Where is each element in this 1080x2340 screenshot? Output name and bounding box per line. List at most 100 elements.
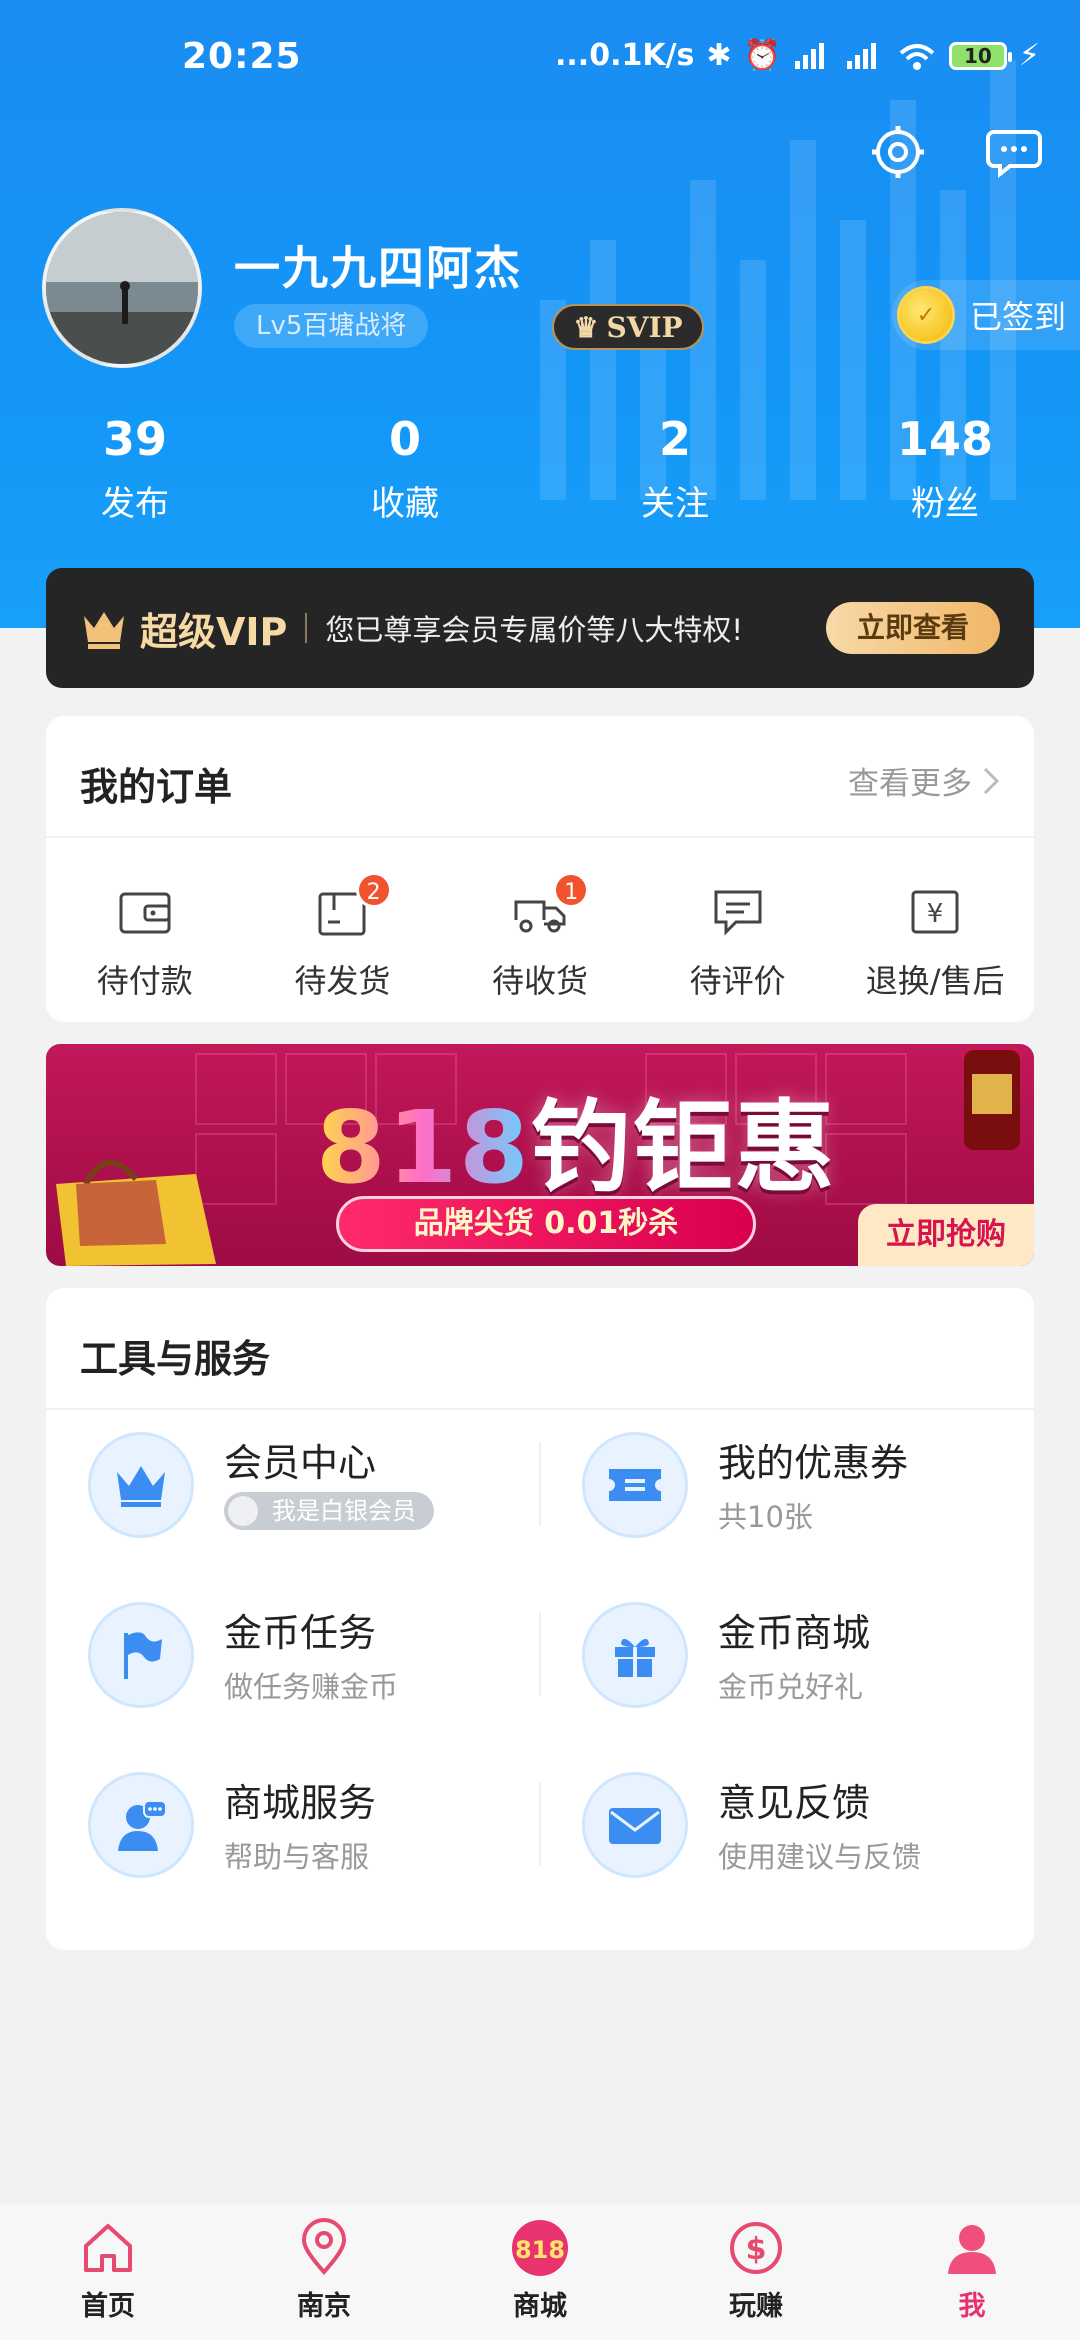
orders-more-link[interactable]: 查看更多 [848,758,1000,803]
stat-number: 0 [388,412,421,466]
tool-subtitle: 我是白银会员 [272,1497,416,1525]
tab-nanjing[interactable]: 南京 [216,2204,432,2340]
stat-posts[interactable]: 39 发布 [0,412,270,525]
tools-card: 工具与服务 会员中心 我是白银会员 我的优惠券 共10张 金币任务 做任务赚金币 [46,1288,1034,1950]
tools-divider [46,1408,1034,1410]
order-pending-shipment[interactable]: 2 待发货 [244,872,442,1002]
vip-description: 您已尊享会员专属价等八大特权! [325,613,744,647]
tool-title: 金币商城 [718,1611,871,1655]
status-icons: ...0.1K/s ✱ ⏰ 10 ⚡ [555,38,1040,73]
refund-icon: ¥ [911,890,959,934]
bluetooth-icon: ✱ [706,38,732,73]
tool-coin-tasks[interactable]: 金币任务 做任务赚金币 [46,1586,540,1756]
tab-label: 我 [958,2291,986,2322]
tool-subtitle: 共10张 [718,1500,813,1534]
banner-title: 818钓钜惠 [316,1066,837,1211]
banner-buy-button[interactable]: 立即抢购 [858,1204,1034,1266]
status-bar: 20:25 ...0.1K/s ✱ ⏰ 10 ⚡ [0,0,1080,120]
member-level-tag: 我是白银会员 [224,1492,434,1530]
header-actions [868,122,1044,182]
count-badge: 2 [355,872,392,908]
banner-title-text: 钓钜惠 [530,1089,837,1206]
tab-earn[interactable]: $ 玩赚 [648,2204,864,2340]
flag-icon [88,1602,194,1708]
stat-number: 2 [658,412,691,466]
order-label: 待发货 [294,962,391,1000]
svg-text:818: 818 [515,2236,565,2264]
tool-customer-service[interactable]: 商城服务 帮助与客服 [46,1756,540,1926]
svg-text:$: $ [746,2232,767,2267]
svg-text:¥: ¥ [927,899,944,929]
vip-title: 超级VIP [140,609,288,654]
home-icon [84,2224,132,2272]
stat-following[interactable]: 2 关注 [540,412,810,525]
stat-number: 39 [102,412,167,466]
signal-icon [794,42,824,69]
stat-favorites[interactable]: 0 收藏 [270,412,540,525]
settings-gear-icon[interactable] [868,122,928,182]
order-refund[interactable]: ¥ 退换/售后 [836,880,1034,1002]
location-icon [301,2218,347,2276]
tab-home[interactable]: 首页 [0,2204,216,2340]
tool-title: 我的优惠券 [718,1441,909,1485]
wallet-icon [119,892,171,934]
stat-number: 148 [896,412,994,466]
mall-818-icon: 818 [512,2220,568,2276]
stat-label: 收藏 [371,484,439,524]
tab-me[interactable]: 我 [864,2204,1080,2340]
coupon-icon [582,1432,688,1538]
tool-title: 会员中心 [224,1441,377,1485]
promo-banner[interactable]: 818钓钜惠 品牌尖货 0.01秒杀 立即抢购 [46,1044,1034,1266]
order-label: 待评价 [689,962,786,1000]
svip-label: SVIP [606,310,683,344]
svip-badge[interactable]: ♛ SVIP [552,304,704,350]
order-pending-receipt[interactable]: 1 待收货 [441,872,639,1002]
tool-title: 金币任务 [224,1611,377,1655]
order-status-row: 待付款 2 待发货 1 待收货 待评价 ¥ 退换/售后 [46,872,1034,1002]
battery-icon: 10 [948,41,1012,70]
orders-divider [46,836,1034,838]
banner-818: 818 [316,1089,531,1206]
signin-label: 已签到 [970,298,1067,336]
more-label: 查看更多 [848,766,972,802]
product-bottle-decoration [964,1050,1020,1150]
message-chat-icon[interactable] [984,122,1044,182]
vip-bar[interactable]: 超级VIP 您已尊享会员专属价等八大特权! 立即查看 [46,568,1034,688]
tool-feedback[interactable]: 意见反馈 使用建议与反馈 [540,1756,1034,1926]
stat-followers[interactable]: 148 粉丝 [810,412,1080,525]
tab-mall[interactable]: 818 商城 [432,2204,648,2340]
crown-icon: ♛ [573,310,599,344]
order-pending-review[interactable]: 待评价 [639,880,837,1002]
tools-title: 工具与服务 [80,1337,271,1381]
clock: 20:25 [182,36,302,77]
order-pending-payment[interactable]: 待付款 [46,880,244,1002]
tab-label: 玩赚 [729,2291,783,2322]
tool-coupons[interactable]: 我的优惠券 共10张 [540,1416,1034,1586]
order-label: 退换/售后 [865,962,1005,1000]
gift-icon [582,1602,688,1708]
order-label: 待付款 [96,962,193,1000]
tool-coin-mall[interactable]: 金币商城 金币兑好礼 [540,1586,1034,1756]
order-label: 待收货 [491,962,588,1000]
avatar[interactable] [42,208,202,368]
wifi-icon [899,43,935,70]
tab-label: 商城 [513,2291,567,2322]
mail-icon [582,1772,688,1878]
level-badge[interactable]: Lv5百塘战将 [234,304,429,348]
comment-icon [714,890,762,936]
silver-medal-icon [228,1496,258,1526]
vip-crown-icon [84,612,124,649]
signin-button[interactable]: ✓ 已签到 [892,280,1080,350]
orders-card: 我的订单 查看更多 待付款 2 待发货 1 待收货 待评价 ¥ 退换/售后 [46,716,1034,1022]
bottom-tab-bar: 首页 南京 818 商城 $ 玩赚 我 [0,2204,1080,2340]
dollar-icon: $ [730,2222,782,2274]
vip-view-button[interactable]: 立即查看 [826,602,1000,654]
crown-icon [88,1432,194,1538]
alarm-icon: ⏰ [743,38,781,73]
username: 一九九四阿杰 [234,241,522,295]
count-badge: 1 [553,872,590,908]
tool-title: 意见反馈 [718,1781,871,1825]
shopping-bag-decoration [56,1159,216,1266]
tool-subtitle: 使用建议与反馈 [718,1840,922,1874]
tool-member-center[interactable]: 会员中心 我是白银会员 [46,1416,540,1586]
